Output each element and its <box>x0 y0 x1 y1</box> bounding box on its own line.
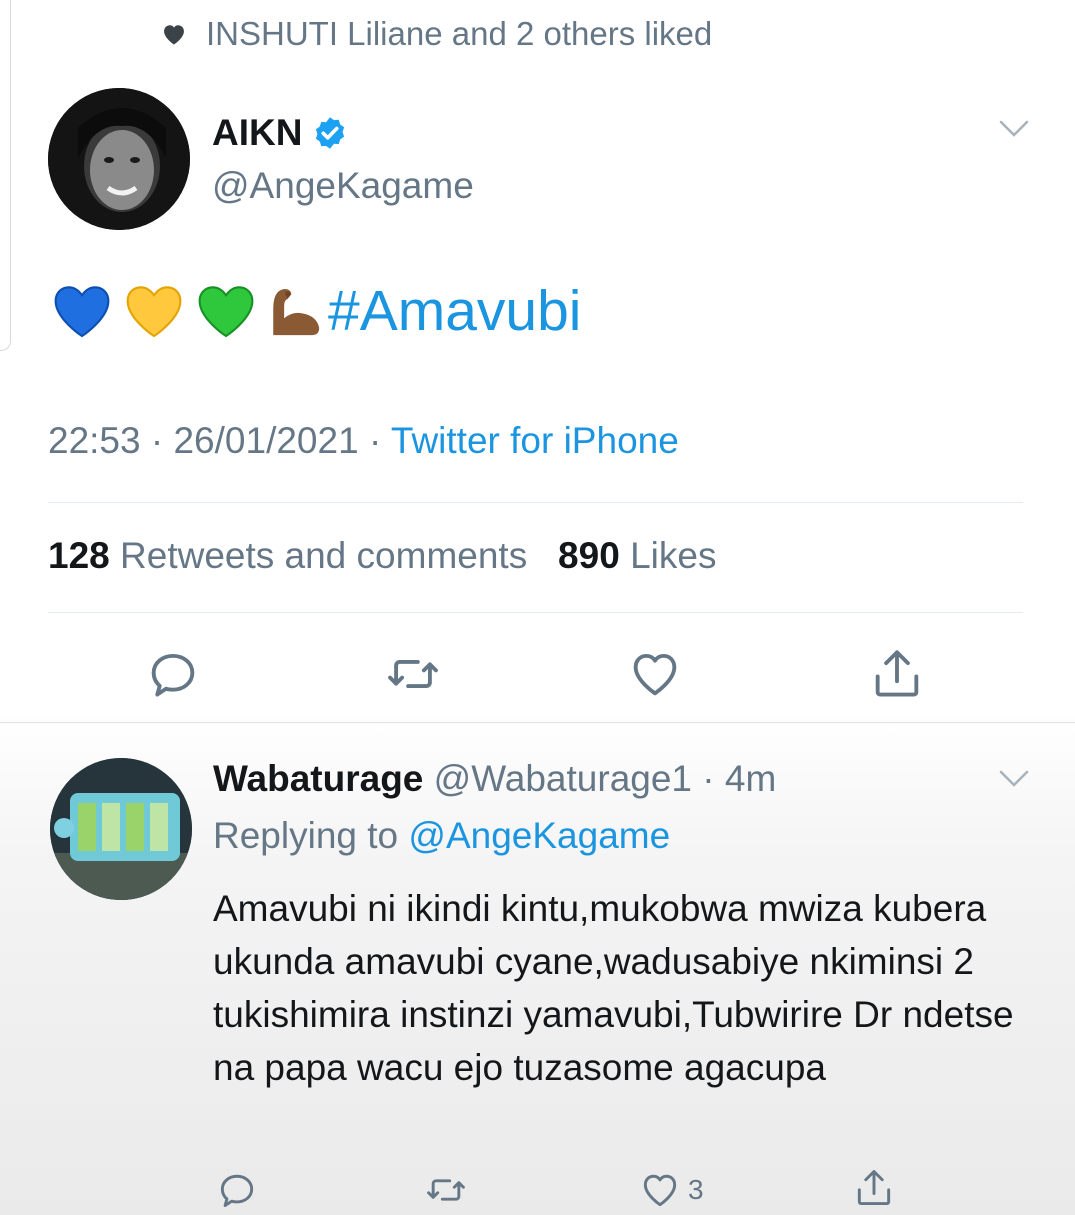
tweet-date: 26/01/2021 <box>173 420 359 461</box>
like-button[interactable] <box>626 645 684 703</box>
share-icon <box>857 1170 891 1206</box>
heart-outline-icon <box>633 653 677 696</box>
heart-filled-icon <box>164 25 184 45</box>
profile-photo <box>48 88 190 230</box>
replying-to: Replying to @AngeKagame <box>213 815 670 857</box>
tweet-time: 22:53 <box>48 420 141 461</box>
reply-icon <box>220 1174 254 1208</box>
reply-age: 4m <box>724 758 777 799</box>
reply-like-count: 3 <box>688 1174 704 1205</box>
retweet-icon <box>427 1179 465 1201</box>
share-icon <box>875 650 919 697</box>
reply-reply-button[interactable] <box>215 1168 259 1212</box>
reply-like-button[interactable]: 3 <box>638 1168 704 1212</box>
reply-share-button[interactable] <box>852 1166 896 1210</box>
tweet-meta: 22:53 · 26/01/2021 · Twitter for iPhone <box>48 420 679 461</box>
section-separator <box>0 722 1075 723</box>
reply-tweet-text: Amavubi ni ikindi kintu,mukobwa mwiza ku… <box>213 888 1014 1088</box>
display-name-row[interactable]: AIKN <box>212 112 348 154</box>
reply-handle[interactable]: @Wabaturage1 <box>434 758 692 799</box>
engagement-stats: 128 Retweets and comments 890 Likes <box>48 535 716 577</box>
retweets-stat[interactable]: 128 Retweets and comments <box>48 535 527 576</box>
chevron-down-icon[interactable] <box>998 118 1030 140</box>
reply-retweet-button[interactable] <box>424 1168 468 1212</box>
tweet-text: #Amavubi <box>50 276 581 346</box>
reply-header: Wabaturage @Wabaturage1 · 4m <box>213 758 777 799</box>
blue-heart-emoji <box>54 286 110 338</box>
social-context-row: INSHUTI Liliane and 2 others liked <box>160 12 712 56</box>
likes-stat[interactable]: 890 Likes <box>558 535 716 576</box>
reply-avatar[interactable] <box>50 758 192 900</box>
hashtag-link[interactable]: #Amavubi <box>328 278 581 344</box>
retweet-button[interactable] <box>384 645 442 703</box>
liked-by-text: INSHUTI Liliane and 2 others liked <box>206 15 713 52</box>
display-name[interactable]: AIKN <box>212 112 302 154</box>
verified-badge-icon <box>316 117 345 149</box>
retweet-icon <box>388 659 438 689</box>
screenshot-edge <box>0 0 11 351</box>
handle[interactable]: @AngeKagame <box>212 165 474 207</box>
divider <box>48 612 1023 613</box>
chevron-down-icon[interactable] <box>998 768 1030 790</box>
share-button[interactable] <box>868 645 926 703</box>
green-heart-emoji <box>198 286 254 338</box>
replying-handle-link[interactable]: @AngeKagame <box>408 815 670 856</box>
yellow-heart-emoji <box>126 286 182 338</box>
reply-icon <box>151 653 195 697</box>
reply-display-name[interactable]: Wabaturage <box>213 758 423 799</box>
divider <box>48 502 1023 503</box>
reply-profile-photo <box>50 758 192 900</box>
replying-label: Replying to <box>213 815 399 856</box>
heart-outline-icon <box>643 1174 677 1207</box>
tweet-source-link[interactable]: Twitter for iPhone <box>391 420 679 461</box>
reply-button[interactable] <box>144 645 202 703</box>
flexed-biceps-emoji <box>273 289 320 336</box>
avatar[interactable] <box>48 88 190 230</box>
